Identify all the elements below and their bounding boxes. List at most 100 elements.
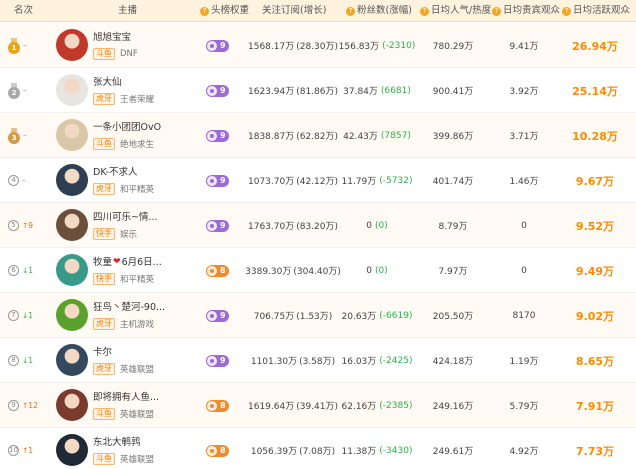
popularity-cell: 8.79万 (438, 222, 468, 232)
avatar[interactable] (56, 299, 88, 331)
popularity-cell: 424.18万 (432, 357, 474, 367)
help-icon[interactable]: ? (200, 7, 209, 16)
avatar[interactable] (56, 29, 88, 61)
streamer-info[interactable]: 即将拥有人鱼... 斗鱼 英雄联盟 (93, 391, 191, 423)
followers-value: 1101.30万 (250, 357, 298, 367)
streamer-name[interactable]: 一条小团团OvO (93, 121, 161, 134)
streamer-name[interactable]: 牧童 (93, 256, 112, 269)
streamer-name-line[interactable]: 卡尔 (93, 346, 191, 359)
streamer-name-line[interactable]: 狂鸟丶楚河-90... (93, 301, 191, 314)
weight-cell: 8 (206, 383, 246, 428)
streamer-name-line[interactable]: DK-不求人 (93, 166, 191, 179)
streamer-info[interactable]: 四川可乐~情... 快手 娱乐 (93, 211, 191, 243)
rank-number: 9 (8, 400, 19, 411)
weight-value: 9 (220, 86, 226, 95)
streamer-name-line[interactable]: 即将拥有人鱼... (93, 391, 191, 404)
followers-growth: (3.58万) (299, 357, 336, 367)
avatar[interactable] (56, 74, 88, 106)
popularity-cell: 900.41万 (432, 87, 474, 97)
category: 绝地求生 (120, 139, 155, 150)
header-weight[interactable]: ? 头榜权重 (200, 0, 249, 22)
fans-change: (-3430) (379, 445, 413, 456)
streamer-name-line[interactable]: 四川可乐~情... (93, 211, 191, 224)
table-row[interactable]: 6 ↓ 1 牧童 ❤ 6月6日... 快手 和平精英 8 3389.30万 (304.40万) 0 (0… (0, 248, 636, 293)
help-icon[interactable]: ? (346, 7, 355, 16)
header-active[interactable]: ? 日均活跃观众 (562, 0, 630, 22)
streamer-info[interactable]: 张大仙 虎牙 王者荣耀 (93, 76, 191, 108)
rank-number: 8 (8, 355, 19, 366)
weight-icon (207, 130, 217, 141)
avatar[interactable] (56, 164, 88, 196)
header-gift-label: 日均贵宾观众 (503, 5, 561, 16)
fans-change: (0) (374, 220, 388, 231)
weight-cell: 9 (206, 203, 246, 248)
category: 英雄联盟 (120, 364, 155, 375)
header-gift[interactable]: ? 日均贵宾观众 (492, 0, 560, 22)
gift-viewers-cell: 8170 (512, 310, 536, 321)
gift-viewers-cell: 1.19万 (509, 357, 539, 367)
rank-change: – (22, 176, 26, 185)
popularity-cell: 205.50万 (432, 312, 474, 322)
weight-cell: 9 (206, 23, 246, 68)
table-row[interactable]: 5 ↑ 9 四川可乐~情... 快手 娱乐 9 1763.70万 (83.20万) 0 (0) 8.7… (0, 203, 636, 248)
streamer-name[interactable]: 即将拥有人鱼... (93, 391, 159, 404)
streamer-name-line[interactable]: 一条小团团OvO (93, 121, 191, 134)
weight-badge: 9 (206, 174, 229, 187)
followers-growth: (62.82万) (296, 132, 339, 142)
gift-viewers-cell: 3.92万 (509, 87, 539, 97)
streamer-name[interactable]: 四川可乐~情... (93, 211, 158, 224)
weight-value: 8 (220, 401, 226, 410)
avatar[interactable] (56, 209, 88, 241)
avatar[interactable] (56, 344, 88, 376)
table-row[interactable]: 2– 张大仙 虎牙 王者荣耀 9 1623.94万 (81.86万) 37.84万 (6681)… (0, 68, 636, 113)
streamer-name[interactable]: 卡尔 (93, 346, 112, 359)
help-icon[interactable]: ? (492, 7, 501, 16)
header-popularity[interactable]: ? 日均人气/热度 (420, 0, 491, 22)
help-icon[interactable]: ? (562, 7, 571, 16)
streamer-name-line[interactable]: 东北大鹌鹑 (93, 436, 191, 449)
streamer-info[interactable]: DK-不求人 虎牙 和平精英 (93, 166, 191, 198)
heart-icon: ❤ (113, 257, 121, 267)
streamer-info[interactable]: 旭旭宝宝 斗鱼 DNF (93, 31, 191, 63)
avatar[interactable] (56, 254, 88, 286)
avatar[interactable] (56, 389, 88, 421)
streamer-info[interactable]: 一条小团团OvO 斗鱼 绝地求生 (93, 121, 191, 153)
table-row[interactable]: 8 ↓ 1 卡尔 虎牙 英雄联盟 9 1101.30万 (3.58万) 16.03万 (-2425)… (0, 338, 636, 383)
streamer-name-line[interactable]: 牧童 ❤ 6月6日... (93, 256, 191, 269)
fans-change: (-2425) (379, 355, 413, 366)
streamer-name[interactable]: 东北大鹌鹑 (93, 436, 141, 449)
streamer-name[interactable]: 张大仙 (93, 76, 122, 89)
avatar[interactable] (56, 119, 88, 151)
streamer-name[interactable]: 狂鸟丶楚河-90... (93, 301, 165, 314)
streamer-info[interactable]: 狂鸟丶楚河-90... 虎牙 主机游戏 (93, 301, 191, 333)
streamer-info[interactable]: 卡尔 虎牙 英雄联盟 (93, 346, 191, 378)
table-row[interactable]: 3– 一条小团团OvO 斗鱼 绝地求生 9 1838.87万 (62.82万) 42.43万(… (0, 113, 636, 158)
followers-cell: 706.75万 (1.53万) (250, 293, 336, 338)
table-row[interactable]: 10 ↑ 1 东北大鹌鹑 斗鱼 英雄联盟 8 1056.39万 (7.08万) 11.38万 (-3… (0, 428, 636, 469)
table-row[interactable]: 4– DK-不求人 虎牙 和平精英 9 1073.70万 (42.12万) 11.79万 (-5… (0, 158, 636, 203)
fans-cell: 11.38万 (-3430) (337, 428, 417, 469)
weight-cell: 8 (206, 428, 246, 469)
streamer-name[interactable]: 旭旭宝宝 (93, 31, 131, 44)
weight-cell: 9 (206, 158, 246, 203)
table-row[interactable]: 7 ↓ 1 狂鸟丶楚河-90... 虎牙 主机游戏 9 706.75万 (1.53万) 20.63… (0, 293, 636, 338)
rank-change: – (23, 41, 27, 50)
help-icon[interactable]: ? (420, 7, 429, 16)
streamer-info[interactable]: 牧童 ❤ 6月6日... 快手 和平精英 (93, 256, 191, 288)
rank-number: 3 (8, 131, 20, 144)
streamer-name-line[interactable]: 张大仙 (93, 76, 191, 89)
table-row[interactable]: 1– 旭旭宝宝 斗鱼 DNF 9 1568.17万 (28.30万) 156.83万 (-231… (0, 23, 636, 68)
avatar[interactable] (56, 434, 88, 466)
streamer-info[interactable]: 东北大鹌鹑 斗鱼 英雄联盟 (93, 436, 191, 468)
streamer-name[interactable]: DK-不求人 (93, 166, 137, 179)
active-viewers-cell: 7.91万 (575, 399, 615, 413)
category: 和平精英 (120, 184, 155, 195)
header-fans[interactable]: ? 粉丝数(涨幅) (346, 0, 412, 22)
streamer-name-line[interactable]: 旭旭宝宝 (93, 31, 191, 44)
fans-value: 20.63万 (341, 312, 377, 322)
followers-growth: (42.12万) (296, 177, 339, 187)
table-row[interactable]: 9 ↑ 12 即将拥有人鱼... 斗鱼 英雄联盟 8 1619.64万 (39.41万) 62.1… (0, 383, 636, 428)
weight-icon (207, 220, 217, 231)
weight-badge: 9 (206, 219, 229, 232)
header-followers[interactable]: 关注订阅(增长) (262, 0, 326, 22)
